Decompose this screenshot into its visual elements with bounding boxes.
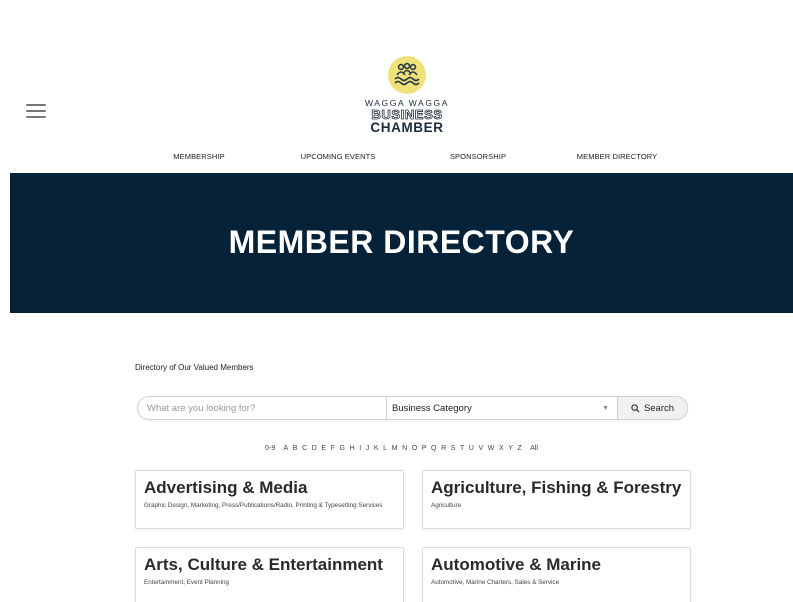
caret-down-icon: ▼ [602,404,609,412]
category-subtitle: Automotive, Marine Charters, Sales & Ser… [431,579,560,586]
category-title: Agriculture, Fishing & Forestry [431,478,682,497]
category-select-value: Business Category [392,402,472,414]
alphabet-filter: 0-9 A B C D E F G H I J K L M N O P Q R S T U V W X Y Z All [10,445,793,452]
search-button-label: Search [643,402,675,414]
alpha-link[interactable]: W [488,445,495,452]
alpha-link[interactable]: Z [518,445,522,452]
logo-badge-icon [388,56,426,94]
alpha-link[interactable]: I [359,445,361,452]
alpha-link[interactable]: E [321,445,326,452]
alpha-link-all[interactable]: All [530,445,538,452]
alpha-link[interactable]: J [366,445,370,452]
alpha-link[interactable]: O [412,445,417,452]
alpha-link[interactable]: A [284,445,289,452]
alpha-link[interactable]: L [383,445,387,452]
alpha-link[interactable]: F [331,445,335,452]
alpha-link[interactable]: Q [431,445,436,452]
category-title: Advertising & Media [144,478,308,497]
search-input[interactable] [138,397,387,419]
alpha-link[interactable]: D [312,445,317,452]
alpha-link[interactable]: S [451,445,456,452]
category-card-advertising[interactable]: Advertising & Media Graphic Design, Mark… [135,470,404,529]
alpha-link[interactable]: R [441,445,446,452]
directory-label: Directory of Our Valued Members [135,363,254,372]
alpha-link[interactable]: X [499,445,504,452]
category-card-arts[interactable]: Arts, Culture & Entertainment Entertainm… [135,547,404,602]
hero-banner: MEMBER DIRECTORY [10,173,793,313]
page-title: MEMBER DIRECTORY [228,223,575,260]
search-button[interactable]: Search [618,397,687,419]
category-title: Automotive & Marine [431,555,602,574]
nav-member-directory[interactable]: MEMBER DIRECTORY [577,152,658,161]
logo-line-chamber: CHAMBER [370,120,444,135]
alpha-link[interactable]: B [293,445,298,452]
hamburger-menu-icon[interactable] [26,104,46,118]
business-category-select[interactable]: Business Category ▼ [387,397,618,419]
alpha-link[interactable]: K [374,445,379,452]
alpha-link[interactable]: U [469,445,474,452]
category-title: Arts, Culture & Entertainment [144,555,383,574]
alpha-link[interactable]: N [402,445,407,452]
chamber-logo[interactable]: WAGGA WAGGA BUSINESS CHAMBER [362,56,452,135]
nav-membership[interactable]: MEMBERSHIP [173,152,224,161]
main-nav: MEMBERSHIP UPCOMING EVENTS SPONSORSHIP M… [10,152,793,164]
alpha-link[interactable]: H [350,445,355,452]
alpha-link[interactable]: C [302,445,307,452]
search-icon [631,403,640,413]
alpha-link[interactable]: G [340,445,345,452]
category-subtitle: Entertainment, Event Planning [144,579,230,586]
page: WAGGA WAGGA BUSINESS CHAMBER MEMBERSHIP … [10,0,793,602]
alpha-link[interactable]: Y [508,445,513,452]
alpha-link[interactable]: T [460,445,464,452]
alpha-link[interactable]: M [392,445,398,452]
category-subtitle: Agriculture [431,502,462,509]
category-subtitle: Graphic Design, Marketing, Press/Publica… [144,502,383,509]
search-bar: Business Category ▼ Search [137,396,688,420]
category-card-agriculture[interactable]: Agriculture, Fishing & Forestry Agricult… [422,470,691,529]
nav-sponsorship[interactable]: SPONSORSHIP [450,152,506,161]
alpha-link[interactable]: 0-9 [265,445,275,452]
alpha-link[interactable]: P [422,445,427,452]
alpha-link[interactable]: V [479,445,484,452]
nav-upcoming-events[interactable]: UPCOMING EVENTS [301,152,376,161]
category-card-automotive[interactable]: Automotive & Marine Automotive, Marine C… [422,547,691,602]
